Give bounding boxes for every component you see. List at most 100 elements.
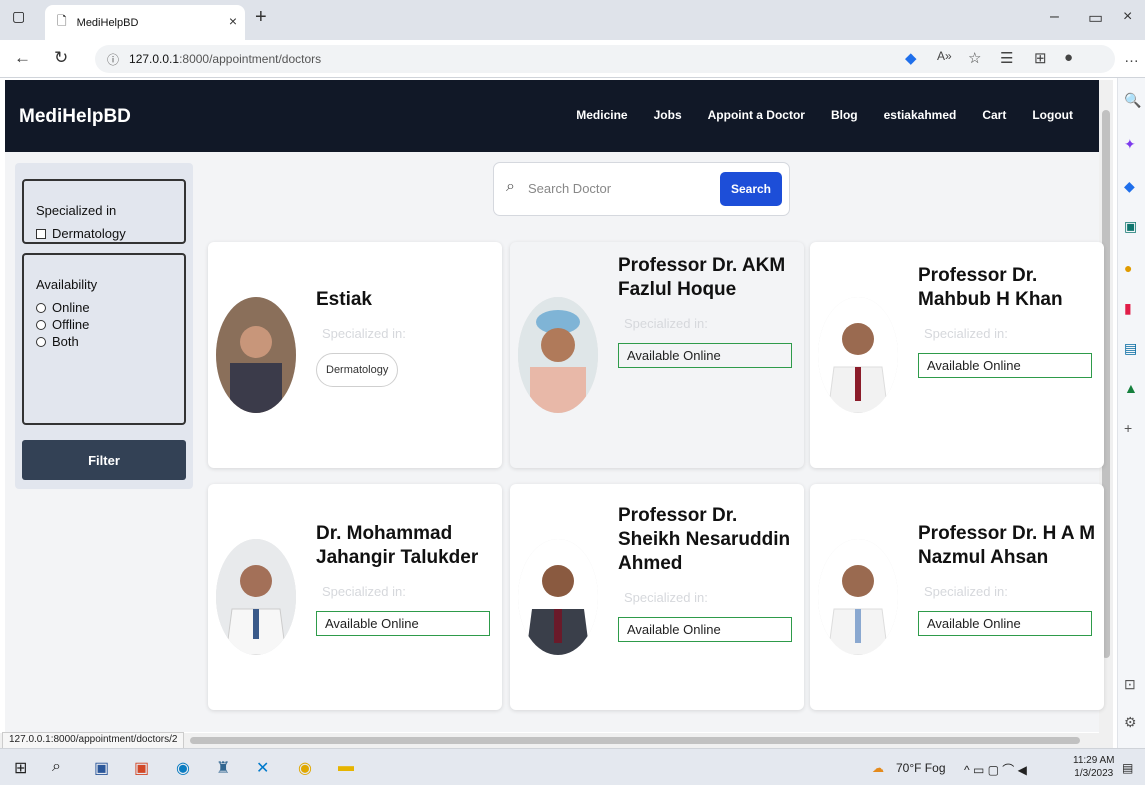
more-icon[interactable]: … (1124, 49, 1139, 66)
availability-option-online[interactable]: Online (36, 300, 184, 315)
close-tab-icon[interactable]: × (229, 13, 237, 29)
back-icon[interactable]: ← (14, 48, 31, 68)
doctor-card[interactable]: Estiak Specialized in: Dermatology (208, 242, 502, 468)
radio[interactable] (36, 302, 46, 313)
doctor-name: Professor Dr. H A M Nazmul Ahsan (918, 523, 1096, 568)
availability-option-both[interactable]: Both (36, 334, 184, 349)
specialized-label: Specialized in: (322, 326, 406, 341)
tab-actions-icon[interactable]: ▢ (12, 8, 25, 25)
database-icon[interactable]: ♜ (216, 758, 230, 778)
availability-badge: Available Online (618, 617, 792, 642)
doctor-card[interactable]: Professor Dr. AKM Fazlul Hoque Specializ… (510, 242, 804, 468)
info-icon[interactable]: ⓘ (107, 51, 119, 68)
nav-appoint-doctor[interactable]: Appoint a Doctor (708, 108, 805, 122)
add-icon[interactable]: + (1124, 420, 1132, 436)
nav-blog[interactable]: Blog (831, 108, 858, 122)
nav-cart[interactable]: Cart (982, 108, 1006, 122)
edge-icon[interactable]: ◉ (176, 758, 190, 778)
specialized-label: Specialized in: (322, 584, 406, 599)
sidebar-toggle-icon[interactable]: ⊡ (1124, 676, 1136, 693)
weather-icon[interactable]: ☁ (872, 761, 884, 775)
restore-icon[interactable]: ▭ (1088, 8, 1103, 28)
minimize-icon[interactable]: – (1050, 8, 1059, 26)
browser-sidebar: 🔍 ✦ ◆ ▣ ● ▮ ▤ ▲ + ⊡ ⚙ (1117, 78, 1145, 748)
url-host: 127.0.0.1 (129, 52, 180, 66)
availability-option-offline[interactable]: Offline (36, 317, 184, 332)
powerpoint-icon[interactable]: ▣ (134, 758, 149, 778)
add-favorite-icon[interactable]: ☆ (968, 49, 981, 67)
office-icon[interactable]: ▮ (1124, 300, 1132, 317)
search-icon[interactable]: ⌕ (52, 758, 61, 776)
specialty-filter: Specialized in Dermatology (22, 179, 186, 244)
clock[interactable]: 11:29 AM 1/3/2023 (1073, 754, 1115, 780)
notification-icon[interactable]: ▤ (1122, 761, 1133, 775)
nav-jobs[interactable]: Jobs (654, 108, 682, 122)
settings-icon[interactable]: ⚙ (1124, 714, 1137, 731)
address-bar: ← ↻ ⓘ 127.0.0.1:8000/appointment/doctors… (0, 40, 1145, 78)
filter-button[interactable]: Filter (22, 440, 186, 480)
tray-icons[interactable]: ^ ▭ ▢ ⌒ ◀ (964, 761, 1027, 778)
doctor-name: Professor Dr. Sheikh Nesaruddin Ahmed (618, 505, 791, 574)
read-aloud-icon[interactable]: A» (937, 49, 952, 63)
doctor-name: Professor Dr. Mahbub H Khan (918, 265, 1063, 310)
availability-badge: Available Online (618, 343, 792, 368)
profile-avatar[interactable]: ● (1064, 49, 1073, 66)
vscode-icon[interactable]: ✕ (256, 758, 269, 778)
availability-filter-title: Availability (36, 277, 98, 292)
games-icon[interactable]: ● (1124, 260, 1132, 276)
availability-badge: Available Online (918, 353, 1092, 378)
search-icon[interactable]: 🔍 (1124, 92, 1141, 109)
doctor-card[interactable]: Dr. Mohammad Jahangir Talukder Specializ… (208, 484, 502, 710)
doctor-card[interactable]: Professor Dr. H A M Nazmul Ahsan Special… (810, 484, 1104, 710)
close-window-icon[interactable]: × (1123, 8, 1132, 26)
search-input[interactable]: Search Doctor (528, 181, 611, 196)
url-field[interactable]: ⓘ 127.0.0.1:8000/appointment/doctors (95, 45, 1115, 73)
doctor-card[interactable]: Professor Dr. Mahbub H Khan Specialized … (810, 242, 1104, 468)
availability-filter: Availability Online Offline Both (22, 253, 186, 425)
nav-menu: Medicine Jobs Appoint a Doctor Blog esti… (550, 108, 1073, 122)
nav-username[interactable]: estiakahmed (884, 108, 957, 122)
clock-date: 1/3/2023 (1074, 768, 1114, 779)
weather-text[interactable]: 70°F Fog (896, 761, 946, 775)
specialty-badge: Dermatology (316, 353, 399, 387)
radio[interactable] (36, 319, 46, 330)
doctor-photo (216, 297, 296, 413)
refresh-icon[interactable]: ↻ (54, 48, 68, 68)
outlook-icon[interactable]: ▤ (1124, 340, 1137, 357)
new-tab-icon[interactable]: + (255, 6, 267, 29)
browser-tab-bar: ▢ 🗋 MediHelpBD × + – ▭ × (0, 0, 1145, 40)
taskbar: ⊞ ⌕ ▣ ▣ ◉ ♜ ✕ ◉ ▬ ☁ 70°F Fog ^ ▭ ▢ ⌒ ◀ 1… (0, 748, 1145, 785)
browser-tab[interactable]: 🗋 MediHelpBD × (45, 5, 245, 40)
search-bar: ⌕ Search Doctor Search (493, 162, 790, 216)
tools-icon[interactable]: ▣ (1124, 218, 1137, 235)
specialized-label: Specialized in: (624, 590, 708, 605)
discover-icon[interactable]: ✦ (1124, 136, 1136, 153)
doctor-card[interactable]: Professor Dr. Sheikh Nesaruddin Ahmed Sp… (510, 484, 804, 710)
page-icon: 🗋 (57, 14, 67, 28)
nav-medicine[interactable]: Medicine (576, 108, 627, 122)
radio[interactable] (36, 336, 46, 347)
doctor-photo (518, 297, 598, 413)
brand-logo[interactable]: MediHelpBD (19, 106, 131, 128)
collections-icon[interactable]: ⊞ (1034, 49, 1047, 67)
filter-panel: Specialized in Dermatology Availability … (15, 163, 193, 489)
word-icon[interactable]: ▣ (94, 758, 109, 778)
windows-start-icon[interactable]: ⊞ (14, 758, 27, 778)
tab-title: MediHelpBD (76, 16, 139, 29)
doctor-name: Professor Dr. AKM Fazlul Hoque (618, 255, 786, 300)
specialty-filter-title: Specialized in (36, 203, 117, 218)
chrome-icon[interactable]: ◉ (298, 758, 312, 778)
nav-logout[interactable]: Logout (1032, 108, 1073, 122)
checkbox[interactable] (36, 228, 46, 239)
extension-icon[interactable]: ◆ (905, 49, 917, 67)
tree-icon[interactable]: ▲ (1124, 380, 1138, 396)
site-navbar: MediHelpBD Medicine Jobs Appoint a Docto… (5, 80, 1099, 152)
specialty-option[interactable]: Dermatology (36, 226, 184, 241)
shopping-icon[interactable]: ◆ (1124, 178, 1135, 195)
doctor-name: Dr. Mohammad Jahangir Talukder (316, 523, 479, 568)
favorites-icon[interactable]: ☰ (1000, 49, 1013, 67)
clock-time: 11:29 AM (1073, 755, 1115, 766)
status-url: 127.0.0.1:8000/appointment/doctors/2 (2, 732, 185, 749)
search-button[interactable]: Search (720, 172, 782, 206)
file-explorer-icon[interactable]: ▬ (338, 758, 354, 776)
